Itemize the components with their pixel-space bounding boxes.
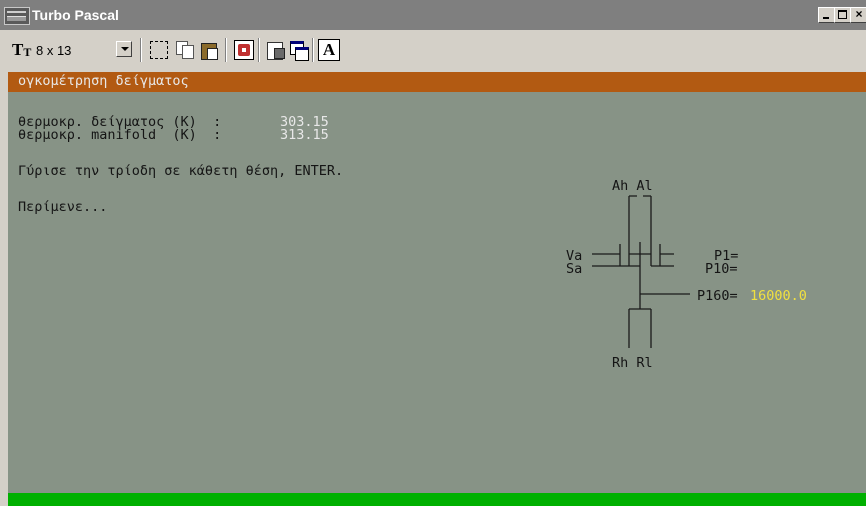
bottom-pipe	[628, 308, 652, 348]
toolbar-divider	[140, 38, 142, 62]
ms-dos-icon[interactable]	[4, 7, 30, 25]
toolbar: TT 8 x 13 A	[0, 30, 866, 70]
top-pipe	[628, 195, 652, 242]
fullscreen-icon[interactable]	[234, 40, 254, 60]
chevron-down-icon[interactable]	[116, 41, 132, 57]
dos-window: Turbo Pascal × TT 8 x 13 A ογκομέτρηση δ…	[0, 0, 866, 506]
minimize-icon	[823, 17, 829, 19]
status-bar	[8, 493, 866, 506]
truetype-font-icon: TT	[12, 40, 32, 59]
font-icon[interactable]: A	[318, 39, 340, 61]
close-icon: ×	[855, 7, 863, 21]
properties-icon[interactable]	[265, 40, 285, 60]
paste-icon[interactable]	[199, 40, 219, 60]
copy-icon[interactable]	[175, 40, 195, 60]
toolbar-divider	[312, 38, 314, 62]
console-screen[interactable]: ογκομέτρηση δείγματος θερμοκρ. δείγματος…	[8, 72, 866, 506]
window-title: Turbo Pascal	[32, 7, 119, 23]
toolbar-divider	[258, 38, 260, 62]
background-icon[interactable]	[289, 40, 309, 61]
toolbar-divider	[225, 38, 227, 62]
title-bar[interactable]: Turbo Pascal ×	[0, 0, 866, 30]
valve-diagram	[592, 195, 690, 348]
valve-bar-upper	[592, 242, 674, 266]
maximize-icon	[838, 10, 847, 19]
mark-icon[interactable]	[150, 41, 168, 59]
font-size-select[interactable]: 8 x 13	[36, 43, 71, 58]
close-button[interactable]: ×	[850, 7, 866, 23]
